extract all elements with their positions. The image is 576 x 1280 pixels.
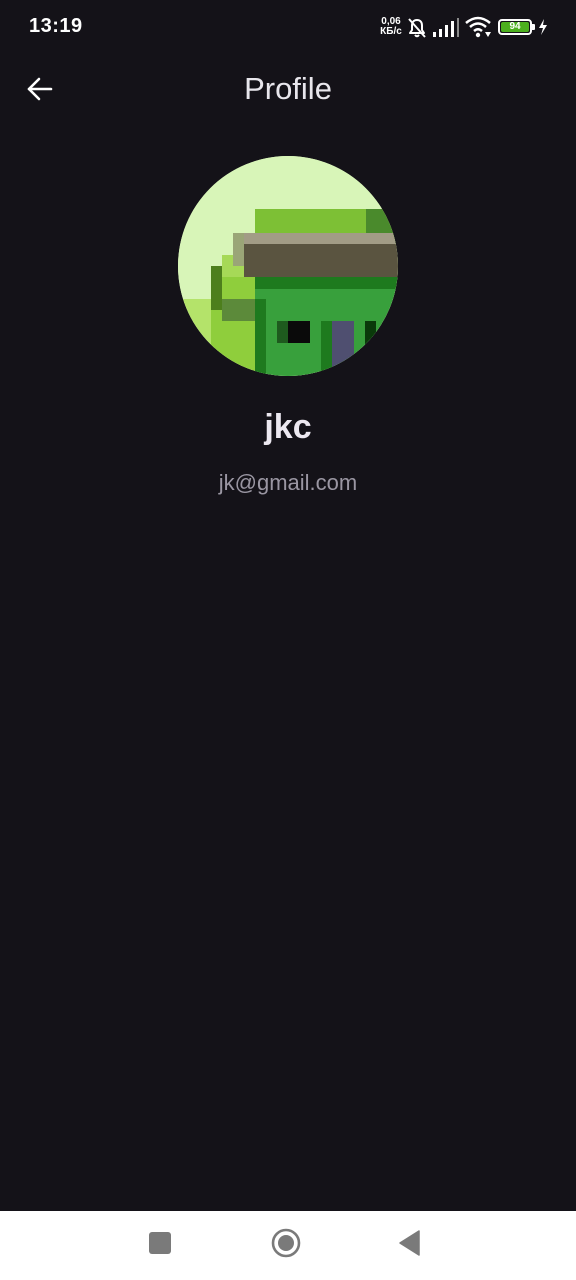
- avatar[interactable]: [178, 156, 398, 376]
- charging-icon: [538, 19, 548, 40]
- profile-screen: 13:19 0,06 КБ/с 94 Profile jkc jk@gmail.…: [0, 0, 576, 1280]
- status-time: 13:19: [29, 15, 83, 37]
- home-circle-icon: [271, 1228, 301, 1263]
- network-speed-unit: КБ/с: [380, 26, 402, 37]
- email: jk@gmail.com: [218, 470, 358, 495]
- username: jkc: [264, 408, 312, 446]
- battery-tip: [532, 24, 535, 30]
- avatar-image: [178, 156, 398, 376]
- wifi-icon: [464, 16, 492, 43]
- square-icon: [148, 1231, 172, 1260]
- app-bar: Profile: [0, 56, 576, 126]
- system-nav-bar: [0, 1211, 576, 1280]
- home-button[interactable]: [266, 1225, 306, 1265]
- status-bar: 13:19 0,06 КБ/с 94: [0, 0, 576, 56]
- nav-back-button[interactable]: [390, 1225, 430, 1265]
- battery-level: 94: [501, 22, 529, 32]
- battery-icon: 94: [498, 19, 532, 35]
- triangle-back-icon: [398, 1229, 422, 1261]
- recents-button[interactable]: [140, 1225, 180, 1265]
- network-speed: 0,06 КБ/с: [378, 17, 404, 37]
- signal-icon: [432, 18, 460, 43]
- page-title: Profile: [244, 71, 332, 106]
- mute-icon: [406, 17, 428, 44]
